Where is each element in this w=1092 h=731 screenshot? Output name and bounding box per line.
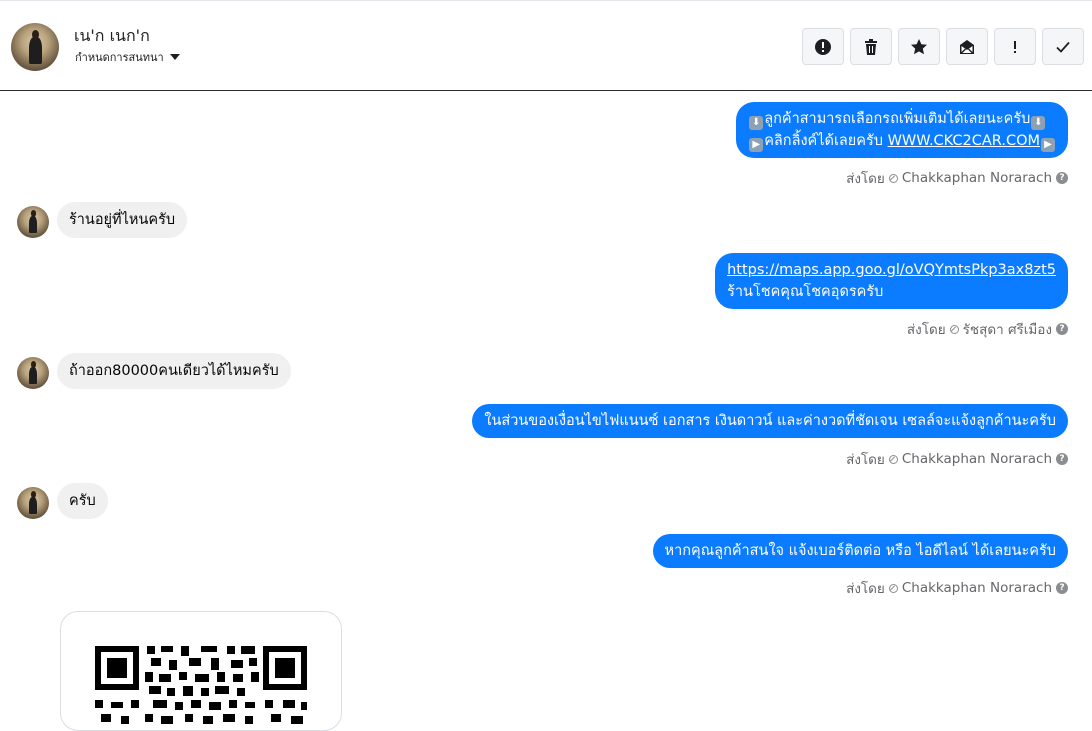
message-thread[interactable]: ⬇ ลูกค้าสามารถเลือกรถเพิ่มเติมได้เลยนะครั… xyxy=(0,92,1092,731)
conversation-header: เน'ก เนก'ก กำหนดการสนทนา xyxy=(0,0,1092,91)
outgoing-message[interactable]: ในส่วนของเงื่อนไขไฟแนนซ์ เอกสาร เงินดาวน… xyxy=(472,404,1068,438)
sender-name: Chakkaphan Norarach xyxy=(901,170,1052,186)
outgoing-message[interactable]: หากคุณลูกค้าสนใจ แจ้งเบอร์ติดต่อ หรือ ไอ… xyxy=(652,534,1068,568)
action-toolbar xyxy=(802,28,1084,65)
help-icon[interactable]: ? xyxy=(1056,453,1068,465)
checkmark-icon xyxy=(1056,41,1070,53)
star-icon xyxy=(911,38,927,54)
sent-by-label: ส่งโดย Chakkaphan Norarach ? xyxy=(846,577,1068,599)
contact-avatar-small[interactable] xyxy=(17,206,49,238)
star-button[interactable] xyxy=(898,28,940,65)
contact-avatar-small[interactable] xyxy=(17,487,49,519)
play-emoji-icon: ▶ xyxy=(749,138,764,152)
message-line: ⬇ ลูกค้าสามารถเลือกรถเพิ่มเติมได้เลยนะครั… xyxy=(748,108,1056,130)
incoming-message[interactable]: ร้านอยู่ที่ไหนครับ xyxy=(57,202,188,238)
sender-name: Chakkaphan Norarach xyxy=(901,580,1052,596)
exclamation-icon xyxy=(1014,40,1016,53)
contact-avatar[interactable] xyxy=(11,23,59,71)
message-link[interactable]: WWW.CKC2CAR.COM xyxy=(888,133,1040,149)
spam-alert-button[interactable] xyxy=(802,28,844,65)
qr-code-image-message[interactable] xyxy=(60,611,342,731)
sent-by-prefix: ส่งโดย xyxy=(846,452,885,468)
delete-button[interactable] xyxy=(850,28,892,65)
sent-by-prefix: ส่งโดย xyxy=(846,171,885,187)
contact-name[interactable]: เน'ก เนก'ก xyxy=(74,24,150,49)
play-emoji-icon: ▶ xyxy=(1041,138,1055,152)
caret-down-icon xyxy=(169,54,180,60)
message-text: คลิกลิ้งค์ได้เลยครับ xyxy=(764,133,888,149)
envelope-open-icon xyxy=(960,39,974,54)
contact-avatar-small[interactable] xyxy=(17,357,49,389)
sender-status-icon xyxy=(949,324,959,334)
sender-status-icon xyxy=(888,583,898,593)
sent-by-prefix: ส่งโดย xyxy=(846,581,885,597)
sender-name: Chakkaphan Norarach xyxy=(901,451,1052,467)
sender-name: รัชสุดา ศรีเมือง xyxy=(962,322,1052,338)
sender-status-icon xyxy=(888,173,898,183)
outgoing-message[interactable]: https://maps.app.goo.gl/oVQYmtsPkp3ax8zt… xyxy=(715,253,1068,309)
sent-by-label: ส่งโดย Chakkaphan Norarach ? xyxy=(846,167,1068,189)
down-arrow-emoji-icon: ⬇ xyxy=(1031,116,1046,130)
outgoing-message[interactable]: ⬇ ลูกค้าสามารถเลือกรถเพิ่มเติมได้เลยนะครั… xyxy=(736,102,1068,158)
help-icon[interactable]: ? xyxy=(1056,172,1068,184)
sent-by-prefix: ส่งโดย xyxy=(906,322,946,338)
sent-by-label: ส่งโดย รัชสุดา ศรีเมือง ? xyxy=(907,318,1068,340)
message-link[interactable]: https://maps.app.goo.gl/oVQYmtsPkp3ax8zt… xyxy=(727,259,1056,281)
message-text: ลูกค้าสามารถเลือกรถเพิ่มเติมได้เลยนะครับ xyxy=(764,111,1031,127)
important-button[interactable] xyxy=(994,28,1036,65)
down-arrow-emoji-icon: ⬇ xyxy=(749,116,764,130)
conversation-options-label: กำหนดการสนทนา xyxy=(75,51,164,64)
sent-by-label: ส่งโดย Chakkaphan Norarach ? xyxy=(846,448,1068,470)
sender-status-icon xyxy=(888,454,898,464)
incoming-message[interactable]: ถ้าออก80000คนเดียวได้ไหมครับ xyxy=(57,353,291,389)
message-line: ▶ คลิกลิ้งค์ได้เลยครับ WWW.CKC2CAR.COM ▶ xyxy=(748,130,1056,152)
message-text: ร้านโชคคุณโชคอุดรครับ xyxy=(727,284,884,300)
conversation-options-dropdown[interactable]: กำหนดการสนทนา xyxy=(75,48,180,66)
help-icon[interactable]: ? xyxy=(1056,323,1068,335)
qr-code-image xyxy=(95,646,307,724)
trash-icon xyxy=(865,38,877,55)
done-button[interactable] xyxy=(1042,28,1084,65)
mark-unread-button[interactable] xyxy=(946,28,988,65)
help-icon[interactable]: ? xyxy=(1056,582,1068,594)
alert-circle-icon xyxy=(815,38,831,55)
incoming-message[interactable]: ครับ xyxy=(57,483,108,519)
